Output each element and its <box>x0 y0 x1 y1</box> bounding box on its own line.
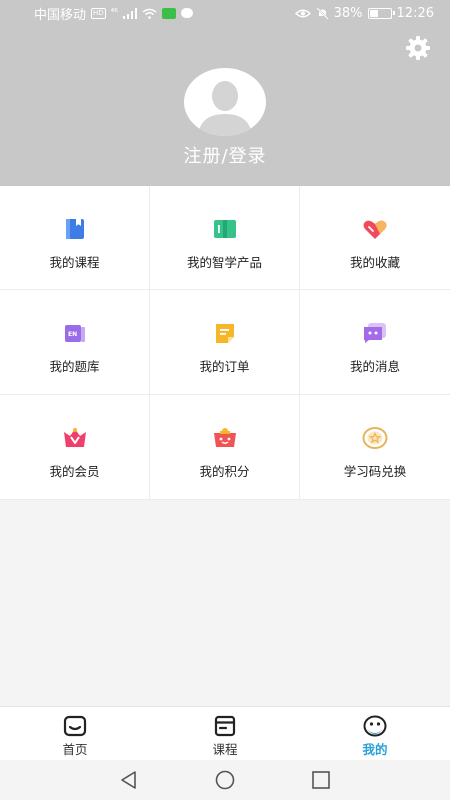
menu-my-courses[interactable]: 我的课程 <box>0 186 150 290</box>
menu-favorites[interactable]: 我的收藏 <box>300 186 450 290</box>
battery-icon <box>367 7 395 19</box>
menu-label: 我的收藏 <box>349 255 400 270</box>
menu-code-redeem[interactable]: 学习码兑换 <box>300 395 450 500</box>
eye-icon <box>294 9 311 17</box>
heart-icon <box>363 220 387 239</box>
wifi-icon <box>142 8 157 19</box>
tab-home[interactable]: 首页 <box>0 707 150 760</box>
svg-text:EN: EN <box>68 331 77 338</box>
bottom-tab-bar: 首页 课程 我的 <box>0 706 450 760</box>
home-icon <box>63 715 87 737</box>
carrier-label: 中国移动 <box>34 7 87 23</box>
menu-points[interactable]: 我的积分 <box>150 395 300 500</box>
tab-courses[interactable]: 课程 <box>150 707 300 760</box>
status-left: 中国移动 HD ⁴⁶ <box>34 4 193 23</box>
signal-icon <box>122 7 137 19</box>
chat-bubble-icon <box>180 8 193 18</box>
question-bank-icon: EN <box>64 325 85 342</box>
menu-messages[interactable]: 我的消息 <box>300 290 450 395</box>
login-register-link[interactable]: 注册/登录 <box>0 142 450 168</box>
course-icon <box>214 715 236 737</box>
feature-grid: 我的课程 我的智学产品 我的收藏 EN 我的题库 我的订单 我的消息 我的会员 … <box>0 186 450 500</box>
tab-mine[interactable]: 我的 <box>300 707 450 760</box>
star-coupon-icon <box>362 427 388 449</box>
avatar[interactable] <box>184 68 266 136</box>
mute-bell-icon <box>315 6 329 20</box>
open-book-icon <box>213 220 236 238</box>
gear-icon[interactable] <box>404 34 432 62</box>
default-avatar-icon <box>198 81 252 136</box>
menu-orders[interactable]: 我的订单 <box>150 290 300 395</box>
menu-label: 我的题库 <box>49 359 100 374</box>
menu-label: 我的智学产品 <box>186 255 262 270</box>
menu-label: 我的会员 <box>49 464 100 479</box>
points-bag-icon <box>213 428 236 447</box>
course-book-icon <box>65 219 84 239</box>
tab-label: 课程 <box>212 742 238 757</box>
status-bar: 中国移动 HD ⁴⁶ 38% 12:26 <box>0 0 450 26</box>
wechat-notification-icon <box>161 7 176 19</box>
home-circle-icon[interactable] <box>214 769 236 791</box>
menu-label: 我的订单 <box>199 359 250 374</box>
vip-crown-icon <box>63 428 86 447</box>
status-right: 38% 12:26 <box>294 5 434 21</box>
system-navigation-bar <box>0 760 450 800</box>
battery-percent: 38% <box>333 5 363 21</box>
menu-smart-products[interactable]: 我的智学产品 <box>150 186 300 290</box>
profile-face-icon <box>363 715 387 737</box>
network-label: ⁴⁶ <box>110 8 118 18</box>
menu-label: 我的积分 <box>199 464 250 479</box>
menu-question-bank[interactable]: EN 我的题库 <box>0 290 150 395</box>
menu-membership[interactable]: 我的会员 <box>0 395 150 500</box>
order-icon <box>215 324 234 343</box>
menu-label: 我的课程 <box>49 255 100 270</box>
clock: 12:26 <box>396 5 434 21</box>
message-icon <box>364 323 386 343</box>
menu-label: 我的消息 <box>349 359 400 374</box>
back-triangle-icon[interactable] <box>118 769 140 791</box>
tab-label: 我的 <box>362 742 388 757</box>
menu-label: 学习码兑换 <box>343 464 407 479</box>
recents-square-icon[interactable] <box>310 769 332 791</box>
hd-badge: HD <box>91 7 106 19</box>
tab-label: 首页 <box>62 742 88 757</box>
profile-header: 注册/登录 <box>0 26 450 186</box>
